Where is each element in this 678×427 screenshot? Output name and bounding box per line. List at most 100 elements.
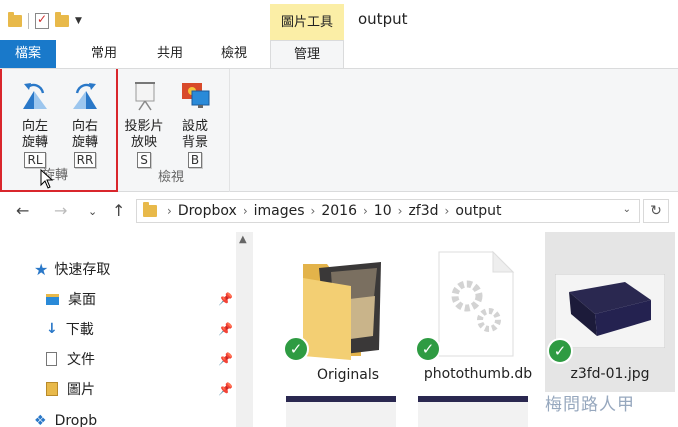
file-name: photothumb.db (423, 366, 533, 382)
nav-item-documents-label: 文件 (67, 352, 95, 368)
pictures-icon (46, 382, 58, 396)
chevron-right-icon[interactable]: › (167, 204, 172, 218)
image-thumbnail (555, 274, 665, 348)
rotate-right-label-2: 旋轉 (71, 135, 98, 150)
view-group: 投影片 放映 S 設成 背景 B 檢視 (118, 69, 230, 192)
set-background-icon (182, 83, 210, 108)
breadcrumb-2016[interactable]: 2016 (321, 203, 357, 219)
set-background-label-2: 背景 (181, 135, 208, 150)
nav-item-desktop[interactable]: 桌面 (46, 287, 96, 311)
back-arrow-icon[interactable]: ← (16, 201, 29, 220)
quick-access-toolbar: ▼ (8, 10, 82, 32)
tab-view[interactable]: 檢視 (210, 40, 258, 68)
rotate-left-label-1: 向左 (21, 119, 48, 134)
document-icon (46, 352, 57, 366)
watermark: 梅問路人甲 (545, 395, 635, 415)
sync-check-icon: ✓ (415, 336, 441, 362)
tab-file[interactable]: 檔案 (0, 40, 56, 68)
rotate-left-label-2: 旋轉 (21, 135, 48, 150)
keytip-rr: RR (73, 152, 97, 168)
rotate-left-icon (23, 83, 47, 109)
nav-item-pictures[interactable]: 圖片 (46, 377, 95, 401)
keytip-s: S (137, 152, 151, 168)
divider (28, 13, 29, 29)
forward-arrow-icon[interactable]: → (54, 201, 67, 220)
image-thumbnail[interactable] (286, 396, 396, 427)
nav-item-pictures-label: 圖片 (67, 382, 95, 398)
navigation-pane: ★ 快速存取 桌面 📌 ↓ 下載 📌 文件 📌 圖片 📌 ❖ Dropb (0, 230, 236, 427)
sync-check-icon: ✓ (283, 336, 309, 362)
nav-quick-access-label: 快速存取 (54, 262, 111, 278)
nav-dropbox-label: Dropb (54, 413, 98, 427)
rotate-right-button[interactable]: 向右 旋轉 RR (63, 79, 107, 168)
vertical-scrollbar[interactable]: ▲ (236, 232, 253, 427)
address-bar[interactable]: › Dropbox › images › 2016 › 10 › zf3d › … (136, 199, 640, 223)
pin-icon[interactable]: 📌 (218, 382, 233, 396)
mouse-cursor-icon (40, 169, 54, 189)
folder-icon[interactable] (8, 12, 22, 27)
sync-check-icon: ✓ (547, 338, 573, 364)
tab-share[interactable]: 共用 (146, 40, 194, 68)
rotate-right-label-1: 向右 (71, 119, 98, 134)
properties-icon[interactable] (35, 12, 49, 29)
picture-tools-context-label: 圖片工具 (270, 4, 344, 40)
chevron-right-icon[interactable]: › (243, 204, 248, 218)
ribbon: 向左 旋轉 RL 向右 旋轉 RR 旋轉 投影片 放映 S 設成 背景 B 檢視 (0, 68, 678, 192)
desktop-icon (46, 293, 59, 305)
pin-icon[interactable]: 📌 (218, 292, 233, 306)
nav-item-documents[interactable]: 文件 (46, 347, 95, 371)
nav-quick-access[interactable]: ★ 快速存取 (34, 257, 110, 281)
chevron-right-icon[interactable]: › (445, 204, 450, 218)
nav-dropbox[interactable]: ❖ Dropb (34, 413, 97, 427)
image-thumbnail[interactable] (418, 396, 528, 427)
pin-icon[interactable]: 📌 (218, 352, 233, 366)
set-background-label-1: 設成 (181, 119, 208, 134)
breadcrumb-output[interactable]: output (455, 203, 501, 219)
refresh-icon: ↻ (650, 203, 662, 219)
rotate-group: 向左 旋轉 RL 向右 旋轉 RR 旋轉 (0, 69, 118, 192)
window-title: output (358, 10, 408, 28)
new-folder-icon[interactable] (55, 12, 69, 27)
slideshow-button[interactable]: 投影片 放映 S (122, 79, 166, 168)
ribbon-tabs: 檔案 常用 共用 檢視 管理 (0, 40, 678, 69)
file-item-originals[interactable]: ✓ Originals (283, 232, 413, 392)
chevron-right-icon[interactable]: › (398, 204, 403, 218)
breadcrumb-10[interactable]: 10 (374, 203, 392, 219)
view-group-label: 檢視 (158, 170, 185, 185)
keytip-b: B (187, 152, 203, 168)
file-name: Originals (316, 367, 380, 383)
dropbox-icon: ❖ (34, 413, 47, 427)
rotate-right-icon (73, 83, 97, 109)
address-dropdown-icon[interactable]: ⌄ (623, 204, 631, 215)
download-icon: ↓ (46, 321, 58, 337)
slideshow-icon (135, 82, 155, 111)
breadcrumb-images[interactable]: images (254, 203, 305, 219)
title-bar: ▼ 圖片工具 output (0, 0, 678, 40)
tab-home[interactable]: 常用 (80, 40, 128, 68)
chevron-right-icon[interactable]: › (363, 204, 368, 218)
customize-dropdown-icon[interactable]: ▼ (75, 16, 82, 26)
nav-item-downloads[interactable]: ↓ 下載 (46, 317, 94, 341)
nav-item-downloads-label: 下載 (65, 322, 94, 338)
file-item-z3fd-01[interactable]: ✓ z3fd-01.jpg (545, 232, 675, 392)
breadcrumb-zf3d[interactable]: zf3d (408, 203, 438, 219)
location-folder-icon (143, 202, 157, 217)
slideshow-label-1: 投影片 (124, 119, 164, 134)
scroll-up-icon[interactable]: ▲ (239, 234, 247, 245)
rotate-left-button[interactable]: 向左 旋轉 RL (13, 79, 57, 168)
chevron-right-icon[interactable]: › (311, 204, 316, 218)
tab-manage[interactable]: 管理 (270, 40, 344, 69)
navigation-bar: ← → ⌄ ↑ › Dropbox › images › 2016 › 10 ›… (0, 192, 678, 230)
pin-icon[interactable]: 📌 (218, 322, 233, 336)
settings-file-icon (438, 250, 515, 357)
set-as-background-button[interactable]: 設成 背景 B (173, 79, 217, 168)
slideshow-label-2: 放映 (130, 135, 157, 150)
recent-locations-icon[interactable]: ⌄ (88, 205, 97, 218)
refresh-button[interactable]: ↻ (643, 199, 669, 223)
file-name: z3fd-01.jpg (570, 366, 650, 382)
folder-icon (303, 262, 381, 360)
file-item-photothumb[interactable]: ✓ photothumb.db (413, 232, 543, 392)
breadcrumb-dropbox[interactable]: Dropbox (178, 203, 237, 219)
up-arrow-icon[interactable]: ↑ (112, 201, 125, 220)
nav-item-desktop-label: 桌面 (68, 292, 96, 308)
